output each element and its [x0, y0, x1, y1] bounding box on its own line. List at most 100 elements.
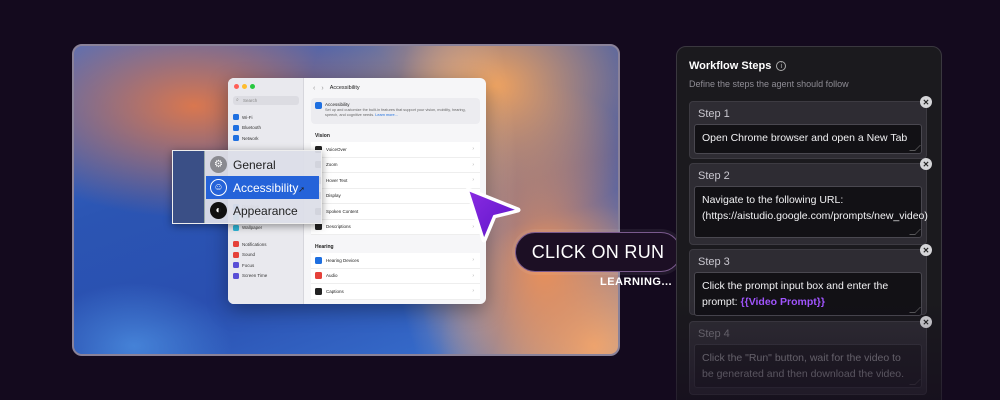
gear-icon: ⚙: [210, 156, 227, 173]
step-input-text: Open Chrome browser and open a New Tab: [702, 132, 908, 144]
hero-title: Accessibility: [325, 102, 350, 107]
zoom-button[interactable]: [250, 84, 255, 89]
pointer-cursor-icon: [465, 187, 521, 243]
window-controls[interactable]: [234, 84, 255, 89]
search-icon: ⌕: [236, 97, 239, 103]
settings-row[interactable]: Spoken Content›: [311, 204, 480, 220]
resize-handle-icon[interactable]: [909, 379, 921, 385]
accessibility-hero: Accessibility Set up and customize the b…: [311, 98, 480, 124]
hero-description: Set up and customize the built-in featur…: [325, 108, 474, 117]
remove-step-icon[interactable]: ✕: [920, 316, 932, 328]
settings-row-label: Zoom: [326, 162, 338, 168]
info-icon[interactable]: i: [776, 61, 787, 71]
zoom-menu-label: Appearance: [233, 203, 298, 218]
sidebar-item[interactable]: Screen Time: [233, 271, 299, 282]
sidebar-item-label: Sound: [242, 252, 256, 258]
zoom-menu-label: Accessibility: [233, 180, 299, 195]
settings-row[interactable]: Display›: [311, 188, 480, 204]
settings-row[interactable]: Zoom ›: [311, 157, 480, 173]
sidebar-item[interactable]: Network: [233, 133, 299, 144]
sidebar-item[interactable]: Sound: [233, 250, 299, 261]
zoom-menu-item[interactable]: ⚙ General: [206, 153, 319, 176]
sidebar-item-label: Network: [242, 135, 259, 141]
click-action-label: CLICK ON RUN: [531, 241, 665, 262]
settings-row[interactable]: Hover Text ›: [311, 173, 480, 189]
workflow-step: Step 1 ✕ Open Chrome browser and open a Ne…: [689, 96, 932, 159]
learning-status: LEARNING...: [600, 276, 673, 288]
chevron-right-icon: ›: [472, 257, 474, 264]
zoom-magnifier: ⚙ General ☺ Accessibility ◐ Appearance ➚: [172, 150, 322, 224]
search-placeholder: Search: [243, 98, 258, 103]
sidebar-item[interactable]: Wallpaper: [233, 223, 299, 234]
sidebar-item[interactable]: Focus: [233, 260, 299, 271]
remove-step-icon[interactable]: ✕: [920, 96, 932, 108]
settings-row[interactable]: Hearing Devices ›: [311, 253, 480, 269]
chevron-right-icon: ›: [472, 146, 474, 153]
settings-row[interactable]: Audio ›: [311, 268, 480, 284]
workflow-step: Step 2 ✕ Navigate to the following URL: (h…: [689, 158, 932, 245]
settings-main: ‹ › Accessibility Accessibility Set up a…: [305, 78, 486, 304]
resize-handle-icon[interactable]: [909, 229, 921, 235]
panel-title-text: Workflow Steps: [689, 60, 772, 72]
close-button[interactable]: [234, 84, 239, 89]
click-action-badge: CLICK ON RUN: [515, 232, 681, 272]
resize-handle-icon[interactable]: [909, 307, 921, 313]
learn-more-link[interactable]: Learn more...: [375, 113, 398, 117]
sidebar-item-icon: [233, 114, 239, 121]
mouse-cursor-icon: ➚: [298, 185, 305, 194]
step-input[interactable]: Click the "Run" button, wait for the vid…: [694, 344, 922, 388]
settings-search-input[interactable]: ⌕ Search: [233, 96, 299, 105]
sidebar-item-label: Bluetooth: [242, 125, 262, 131]
hearing-header: Hearing: [315, 244, 334, 250]
chevron-right-icon: ›: [472, 177, 474, 184]
settings-row[interactable]: Captions ›: [311, 284, 480, 300]
vision-list: VoiceOver›Zoom›Hover Text›Display›Spoken…: [305, 142, 486, 235]
settings-row[interactable]: VoiceOver ›: [311, 142, 480, 158]
remove-step-icon[interactable]: ✕: [920, 158, 932, 170]
accessibility-icon: ☺: [210, 179, 227, 196]
sidebar-item-icon: [233, 262, 239, 269]
step-input[interactable]: Navigate to the following URL: (https://…: [694, 186, 928, 238]
settings-row-label: Audio: [326, 273, 338, 279]
forward-icon[interactable]: ›: [321, 85, 323, 92]
workflow-step: Step 3 ✕ Click the prompt input box and en…: [689, 244, 932, 316]
step-input-text: Click the "Run" button, wait for the vid…: [702, 352, 904, 380]
vision-header: Vision: [315, 133, 330, 139]
settings-row-icon: [315, 272, 322, 280]
sidebar-item-label: Wallpaper: [242, 225, 263, 231]
workflow-steps-panel: Workflow Steps i Define the steps the ag…: [676, 46, 942, 400]
hearing-list: Hearing Devices › Audio › Captions ›: [305, 253, 486, 300]
step-label: Step 2: [698, 170, 730, 182]
sidebar-item-icon: [233, 135, 239, 142]
settings-row-label: Spoken Content: [326, 208, 359, 214]
sidebar-item[interactable]: Notifications: [233, 239, 299, 250]
resize-handle-icon[interactable]: [909, 145, 921, 151]
remove-step-icon[interactable]: ✕: [920, 244, 932, 256]
step-label: Step 4: [698, 328, 730, 340]
sidebar-item[interactable]: Wi-Fi: [233, 112, 299, 123]
step-label: Step 1: [698, 108, 730, 120]
back-icon[interactable]: ‹: [313, 85, 315, 92]
zoom-menu-item[interactable]: ◐ Appearance: [206, 199, 319, 222]
panel-subtitle: Define the steps the agent should follow: [689, 79, 849, 89]
accessibility-icon: [315, 102, 322, 109]
settings-row-label: VoiceOver: [326, 146, 347, 152]
step-input-text: Navigate to the following URL: (https://…: [702, 194, 928, 222]
minimize-button[interactable]: [242, 84, 247, 89]
panel-title: Workflow Steps i: [689, 60, 787, 72]
sidebar-item-label: Wi-Fi: [242, 114, 253, 120]
sidebar-item-icon: [233, 241, 239, 248]
step-input[interactable]: Open Chrome browser and open a New Tab: [694, 124, 922, 154]
sidebar-item-icon: [233, 124, 239, 131]
sidebar-item[interactable]: Bluetooth: [233, 123, 299, 134]
settings-row-label: Hover Text: [326, 177, 348, 183]
zoom-menu-label: General: [233, 157, 276, 172]
settings-row-label: Hearing Devices: [326, 257, 360, 263]
chevron-right-icon: ›: [472, 161, 474, 168]
settings-title: Accessibility: [329, 85, 360, 91]
settings-row-label: Descriptions: [326, 224, 351, 230]
step-input[interactable]: Click the prompt input box and enter the…: [694, 272, 922, 316]
settings-row[interactable]: Descriptions ›: [311, 219, 480, 235]
chevron-right-icon: ›: [472, 288, 474, 295]
settings-row-icon: [315, 223, 322, 231]
